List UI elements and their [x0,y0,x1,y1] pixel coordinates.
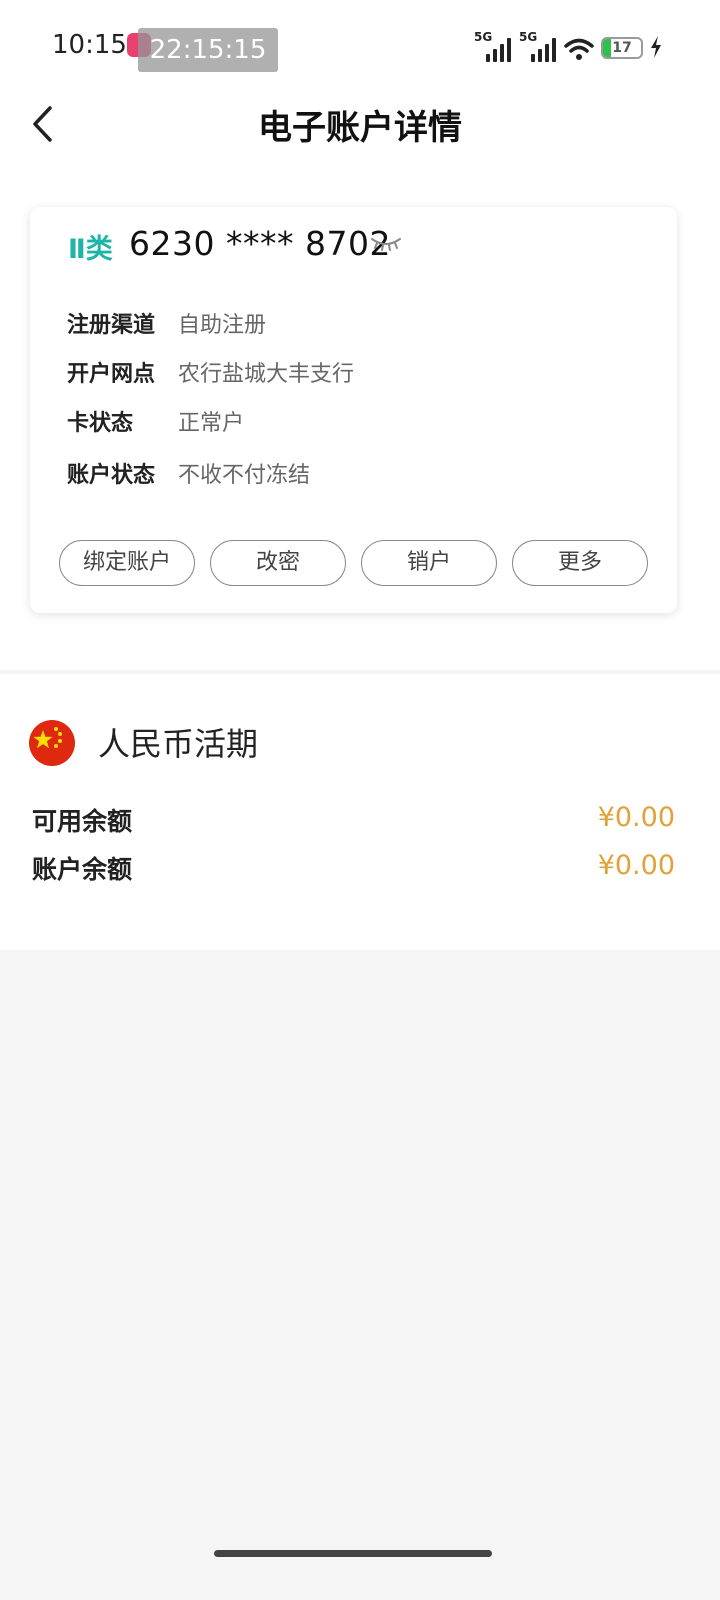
balance-section: 人民币活期 可用余额 ¥0.00 账户余额 ¥0.00 [0,674,720,950]
available-balance-label: 可用余额 [32,807,133,836]
card-number: 6230 **** 8702 [129,224,391,263]
info-label: 注册渠道 [67,313,156,338]
account-balance-label: 账户余额 [32,855,133,884]
wifi-icon [564,38,594,60]
eye-closed-icon[interactable] [370,234,402,254]
time-overlay: 22:15:15 [138,28,278,72]
home-indicator[interactable] [214,1550,492,1557]
battery-icon: 17 [601,37,643,59]
status-icons: 5G 5G 17 [474,28,662,62]
network-type-label: 5G [519,30,538,44]
info-value: 正常户 [178,411,245,436]
info-value: 农行盐城大丰支行 [178,362,355,387]
close-account-button[interactable]: 销户 [361,540,497,586]
china-flag-icon [29,720,75,766]
currency-title: 人民币活期 [98,725,259,763]
charging-icon [651,36,661,58]
info-label: 开户网点 [67,362,156,387]
bind-account-button[interactable]: 绑定账户 [59,540,195,586]
info-value: 不收不付冻结 [178,463,311,488]
change-password-button[interactable]: 改密 [210,540,346,586]
more-button[interactable]: 更多 [512,540,648,586]
info-value: 自助注册 [178,313,267,338]
signal-5g-icon: 5G [519,30,557,62]
info-label: 账户状态 [67,463,156,488]
info-label: 卡状态 [67,411,134,436]
account-balance-value: ¥0.00 [597,850,675,881]
page-title: 电子账户详情 [258,108,462,148]
status-time: 10:15 [52,30,127,60]
account-card: Ⅱ类 6230 **** 8702 注册渠道 自助注册 开户网点 农行盐城大丰支… [30,207,677,613]
account-type-badge: Ⅱ类 [68,234,113,265]
network-type-label: 5G [474,30,493,44]
battery-level: 17 [612,40,632,56]
signal-5g-icon: 5G [474,30,512,62]
available-balance-value: ¥0.00 [597,802,675,833]
